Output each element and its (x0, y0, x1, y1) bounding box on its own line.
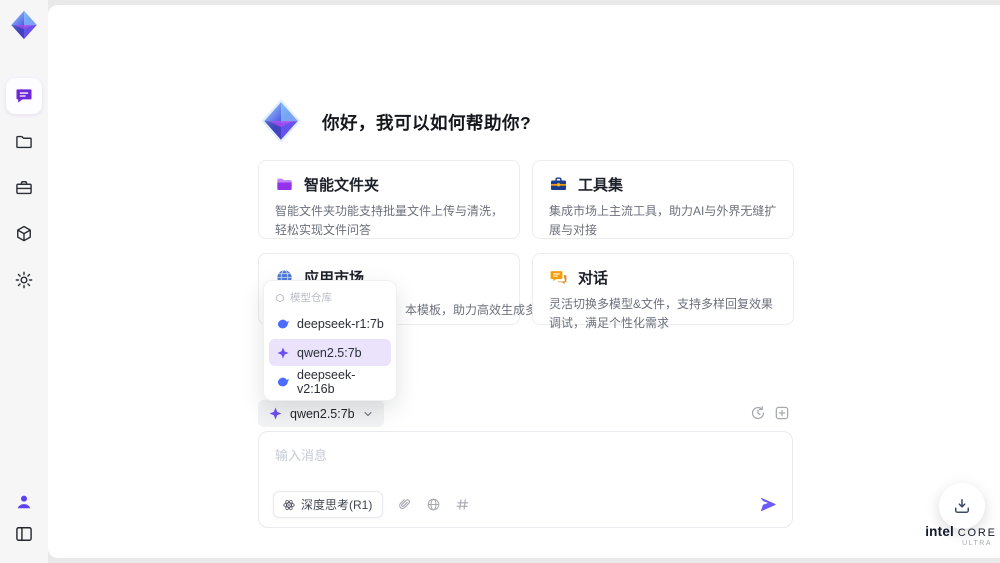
qwen-spark-icon (269, 407, 282, 420)
download-icon (955, 499, 969, 513)
card-toolset[interactable]: 工具集 集成市场上主流工具，助力AI与外界无缝扩展与对接 (532, 160, 794, 239)
chat-bubble-icon (550, 271, 567, 285)
web-access-button[interactable] (426, 497, 441, 512)
hash-icon (456, 499, 469, 510)
cube-icon (17, 225, 31, 242)
core-product-text: CORE (957, 527, 997, 539)
model-dropdown-header-label: 模型仓库 (290, 292, 332, 304)
sidebar-item-toolbox[interactable] (6, 170, 42, 206)
folder-icon (277, 178, 292, 191)
deep-think-toggle[interactable]: 深度思考(R1) (273, 491, 384, 518)
deepseek-whale-icon (277, 377, 289, 386)
card-description: 集成市场上主流工具，助力AI与外界无缝扩展与对接 (549, 204, 777, 237)
history-button[interactable] (750, 405, 766, 421)
model-option-label: deepseek-v2:16b (297, 367, 356, 396)
send-icon (761, 497, 776, 512)
card-title: 工具集 (578, 177, 624, 194)
sidebar-item-account[interactable] (6, 484, 42, 520)
sidebar-item-settings[interactable] (6, 262, 42, 298)
model-option-label: deepseek-r1:7b (297, 316, 384, 331)
chevron-down-icon (364, 411, 372, 416)
briefcase-icon (16, 181, 32, 195)
chat-icon (16, 89, 32, 103)
card-conversation[interactable]: 对话 灵活切换多模型&文件，支持多样回复效果调试，满足个性化需求 (532, 253, 794, 330)
new-chat-button[interactable] (774, 405, 790, 421)
qwen-spark-icon (277, 346, 289, 359)
folder-icon (16, 135, 32, 149)
send-button[interactable] (759, 495, 778, 514)
model-selector[interactable]: qwen2.5:7b (258, 400, 384, 427)
card-description-partial: 本模板，助力高效生成多 (405, 303, 538, 317)
card-title: 智能文件夹 (304, 177, 380, 194)
model-option-label: qwen2.5:7b (297, 345, 362, 360)
chat-input[interactable] (259, 432, 792, 476)
model-option-qwen[interactable]: qwen2.5:7b (269, 339, 391, 366)
gear-icon (15, 271, 33, 289)
sidebar-item-apps[interactable] (6, 216, 42, 252)
greeting-text: 你好，我可以如何帮助你? (322, 113, 532, 133)
card-title: 对话 (578, 270, 609, 287)
model-selector-label: qwen2.5:7b (290, 406, 355, 421)
atom-icon (283, 499, 295, 510)
input-toolbar: 深度思考(R1) (273, 491, 778, 518)
intel-brand-text: intel (925, 524, 954, 539)
greeting-logo-icon (261, 99, 301, 143)
sidebar-item-collapse[interactable] (6, 516, 42, 552)
download-button[interactable] (939, 483, 985, 529)
briefcase-icon (550, 177, 567, 191)
attach-file-button[interactable] (397, 497, 412, 512)
model-option-deepseek-r1[interactable]: deepseek-r1:7b (269, 310, 391, 337)
deepseek-whale-icon (277, 319, 289, 328)
model-option-deepseek-v2[interactable]: deepseek-v2:16b (269, 367, 391, 396)
user-icon (17, 495, 31, 509)
app-window: 你好，我可以如何帮助你? 智能文件夹 智能文件夹功能支持批量文件上传与清洗，轻松… (0, 0, 1000, 563)
new-chat-icon (775, 406, 789, 420)
split-panel-icon (16, 527, 32, 541)
knowledge-tag-button[interactable] (455, 497, 470, 512)
card-description: 灵活切换多模型&文件，支持多样回复效果调试，满足个性化需求 (549, 297, 774, 330)
model-dropdown-header: 模型仓库 (269, 286, 391, 308)
sidebar-item-chat[interactable] (6, 78, 42, 114)
sidebar-item-folders[interactable] (6, 124, 42, 160)
paperclip-icon (399, 499, 411, 509)
card-description: 智能文件夹功能支持批量文件上传与清洗，轻松实现文件问答 (275, 204, 504, 237)
sidebar (0, 0, 48, 563)
globe-icon (428, 498, 440, 511)
history-icon (751, 406, 765, 420)
app-logo-icon (11, 10, 37, 40)
deep-think-label: 深度思考(R1) (301, 498, 373, 512)
chat-input-container: 深度思考(R1) (258, 431, 793, 528)
card-smart-folder[interactable]: 智能文件夹 智能文件夹功能支持批量文件上传与清洗，轻松实现文件问答 (258, 160, 520, 239)
intel-core-badge: intel CORE ultra (922, 524, 1000, 547)
ultra-tier-text: ultra (962, 540, 992, 547)
repository-icon (276, 293, 284, 302)
model-dropdown: 模型仓库 deepseek-r1:7b qwen2.5:7b deepseek-… (263, 280, 397, 401)
